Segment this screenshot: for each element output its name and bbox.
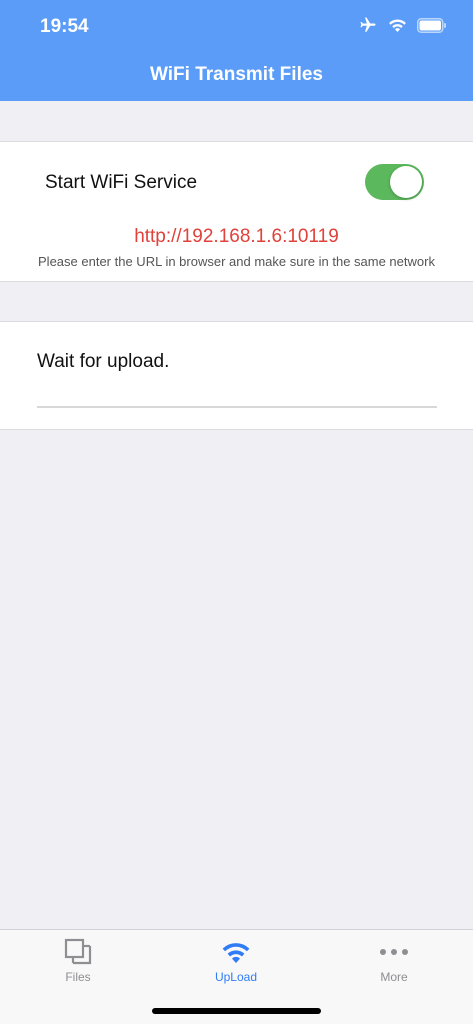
- tab-upload[interactable]: UpLoad: [176, 938, 296, 984]
- status-icons: [358, 16, 447, 34]
- tab-upload-label: UpLoad: [214, 970, 258, 984]
- home-indicator: [152, 1008, 321, 1014]
- page-title: WiFi Transmit Files: [150, 64, 323, 85]
- battery-icon: [417, 17, 446, 33]
- service-label: Start WiFi Service: [45, 172, 198, 193]
- wifi-icon: [389, 19, 406, 32]
- toggle-knob: [390, 166, 422, 198]
- wifi-icon: [222, 943, 250, 963]
- airplane-icon: [360, 17, 376, 32]
- files-icon: [64, 938, 92, 965]
- header: 19:54 WiFi Transmit Files: [0, 0, 473, 101]
- upload-section: Wait for upload.: [0, 321, 473, 430]
- tab-files-label: Files: [65, 970, 91, 984]
- status-time: 19:54: [40, 16, 89, 37]
- tab-more[interactable]: More: [334, 938, 454, 984]
- upload-status: Wait for upload.: [37, 351, 170, 372]
- server-url: http://192.168.1.6:10119: [134, 226, 339, 247]
- upload-progress-bar: [37, 406, 437, 408]
- service-section: Start WiFi Service http://192.168.1.6:10…: [0, 141, 473, 282]
- wifi-service-toggle[interactable]: [365, 164, 424, 200]
- service-hint: Please enter the URL in browser and make…: [38, 254, 435, 269]
- tab-more-label: More: [380, 970, 408, 984]
- screen: 19:54 WiFi Transmit Files Start WiFi Ser…: [0, 0, 473, 1024]
- tab-files[interactable]: Files: [18, 938, 138, 984]
- more-icon: [380, 949, 408, 955]
